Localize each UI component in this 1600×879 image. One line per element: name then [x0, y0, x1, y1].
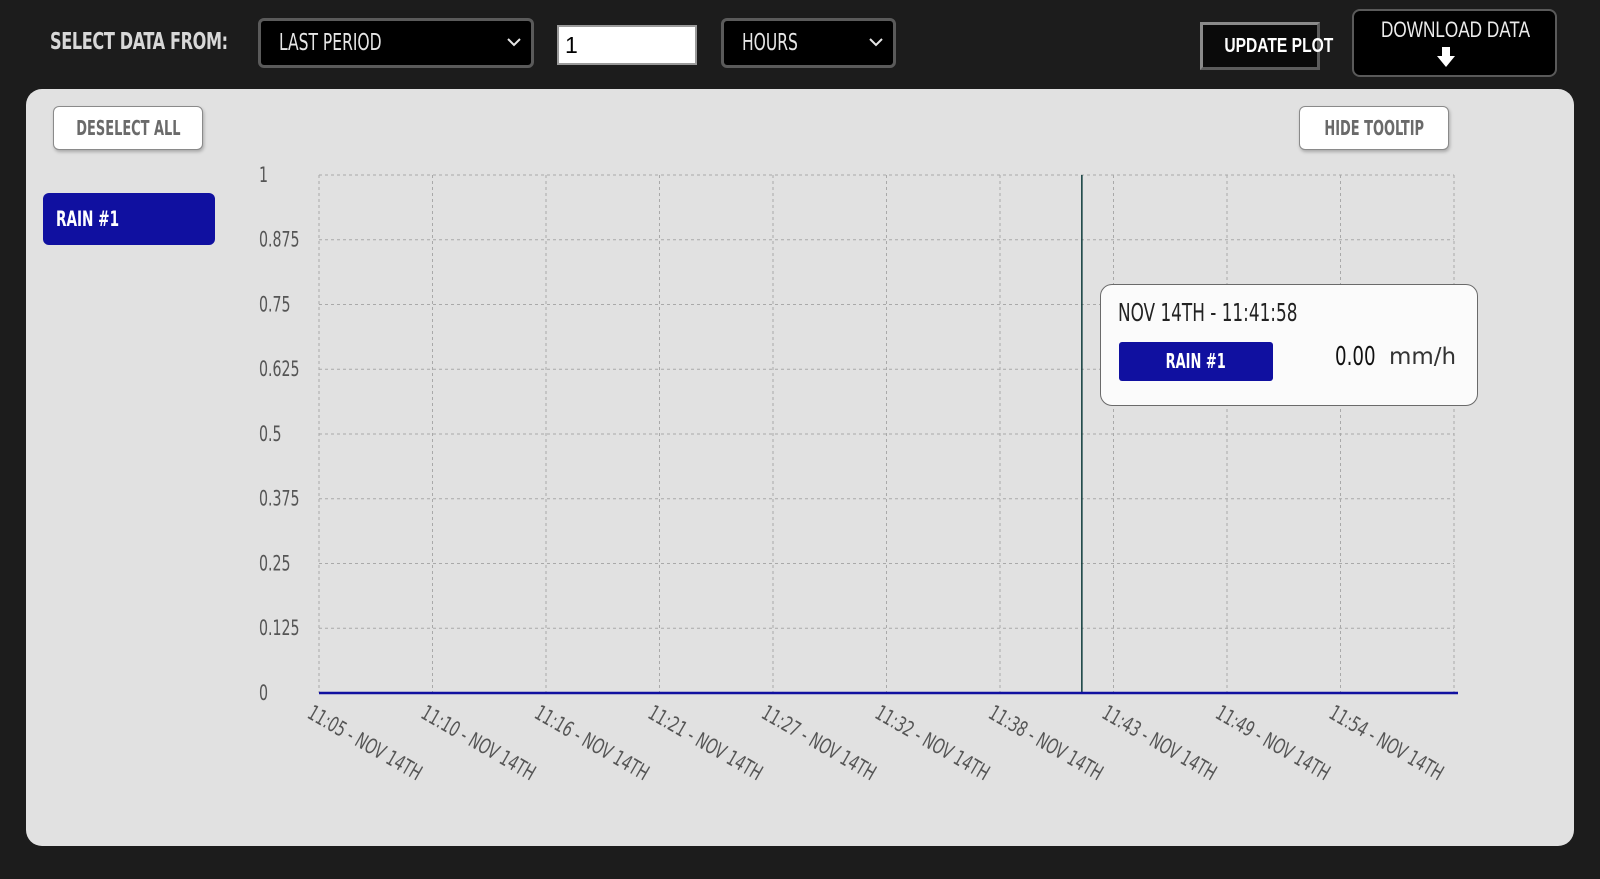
y-tick-label: 0.625: [259, 358, 300, 382]
x-tick-label: 11:16 - NOV 14TH: [530, 701, 653, 786]
x-tick-label: 11:27 - NOV 14TH: [757, 701, 880, 786]
arrow-down-icon: [1436, 47, 1455, 68]
period-unit-value: HOURS: [742, 30, 798, 56]
y-tick-label: 0.125: [259, 617, 300, 641]
y-tick-label: 0.25: [259, 552, 291, 576]
download-data-label: DOWNLOAD DATA: [1381, 17, 1531, 42]
y-tick-label: 0: [259, 682, 268, 706]
tooltip-series-label: RAIN #1: [1165, 349, 1227, 373]
x-tick-label: 11:05 - NOV 14TH: [303, 701, 426, 786]
update-plot-button[interactable]: UPDATE PLOT: [1200, 22, 1333, 70]
x-tick-label: 11:43 - NOV 14TH: [1098, 701, 1221, 786]
chart-tooltip: NOV 14TH - 11:41:58 RAIN #1 0.00 mm/h: [1100, 284, 1478, 406]
x-tick-label: 11:49 - NOV 14TH: [1211, 701, 1334, 786]
chevron-down-icon: [507, 38, 521, 47]
period-select[interactable]: LAST PERIOD: [258, 18, 534, 68]
line-chart[interactable]: 0 0.125 0.25 0.375 0.5 0.625 0.75 0.875 1 11:05 -…: [26, 89, 1574, 846]
tooltip-value: 0.00: [1335, 342, 1376, 372]
period-amount-input[interactable]: [557, 25, 697, 65]
y-tick-label: 0.5: [259, 423, 282, 447]
x-tick-label: 11:10 - NOV 14TH: [417, 701, 540, 786]
tooltip-series-badge: RAIN #1: [1119, 342, 1273, 381]
chevron-down-icon: [869, 38, 883, 47]
chart-panel: DESELECT ALL HIDE TOOLTIP RAIN #1 0 0.125…: [26, 89, 1574, 846]
x-tick-label: 11:38 - NOV 14TH: [984, 701, 1107, 786]
x-tick-label: 11:32 - NOV 14TH: [871, 701, 994, 786]
period-select-value: LAST PERIOD: [279, 30, 382, 56]
y-tick-label: 0.75: [259, 293, 291, 317]
y-tick-label: 1: [259, 164, 268, 188]
download-data-button[interactable]: DOWNLOAD DATA: [1352, 9, 1557, 77]
y-tick-label: 0.875: [259, 229, 300, 253]
x-tick-label: 11:54 - NOV 14TH: [1325, 701, 1448, 786]
y-tick-label: 0.375: [259, 488, 300, 512]
update-plot-label: UPDATE PLOT: [1224, 34, 1334, 57]
select-data-label: SELECT DATA FROM:: [50, 29, 228, 55]
x-tick-label: 11:21 - NOV 14TH: [644, 701, 767, 786]
tooltip-unit: mm/h: [1389, 344, 1457, 370]
period-unit-select[interactable]: HOURS: [721, 18, 896, 68]
tooltip-time: NOV 14TH - 11:41:58: [1118, 298, 1298, 327]
